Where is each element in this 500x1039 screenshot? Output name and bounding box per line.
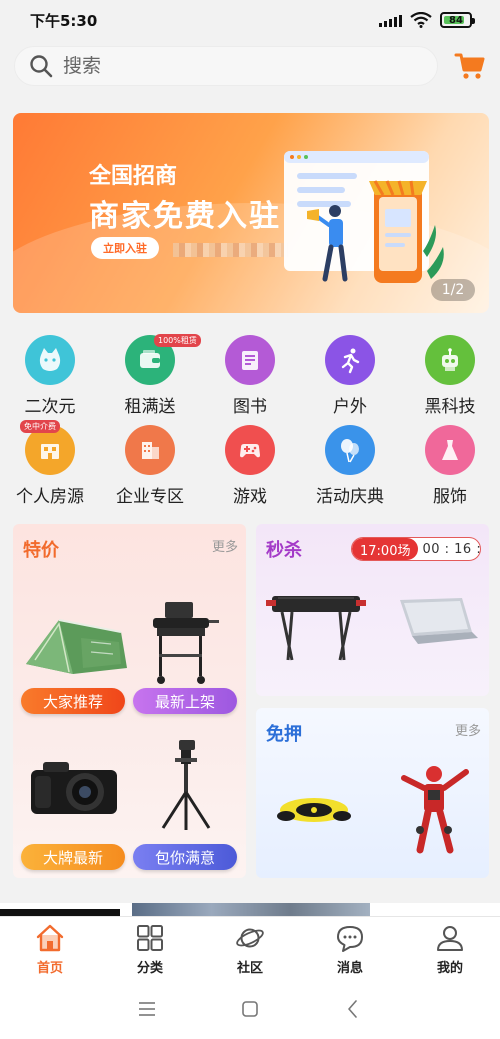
status-time: 下午5:30 [30,11,98,30]
category-item-books[interactable]: 图书 [200,330,300,420]
banner-cta-button[interactable]: 立即入驻 [91,237,159,259]
flash-sale-session: 17:00场 [352,538,419,560]
nav-label: 分类 [136,961,163,976]
home-icon [36,924,64,952]
search-icon [30,55,53,78]
category-label: 图书 [233,397,267,417]
banner-page-indicator: 1/2 [431,279,475,301]
nav-profile[interactable]: 我的 [400,917,500,978]
merchant-illustration [284,151,444,283]
category-item-tech[interactable]: 黑科技 [400,330,500,420]
deposit-free-title: 免押 [266,724,302,745]
countdown-timer: 00 : 16 : 15 [422,541,481,557]
feed-preview-image [132,903,370,916]
category-label: 个人房源 [16,487,84,507]
nav-label: 消息 [336,961,363,976]
category-label: 企业专区 [116,487,184,507]
category-item-apparel[interactable]: 服饰 [400,420,500,510]
flash-sale-title: 秒杀 [266,540,302,561]
deposit-free-card[interactable]: 免押 更多 [256,708,489,878]
category-label: 黑科技 [424,397,476,417]
new-arrivals-button[interactable]: 最新上架 [133,688,237,714]
category-label: 活动庆典 [316,487,384,507]
flash-sale-countdown: 17:00场 00 : 16 : 15 [351,537,481,561]
planet-icon [236,928,264,948]
nav-categories[interactable]: 分类 [100,917,200,978]
user-icon [437,926,463,951]
flash-sale-card[interactable]: 秒杀 17:00场 00 : 16 : 15 [256,524,489,696]
battery-icon: 84 [440,12,475,28]
battery-level: 84 [449,14,463,26]
banner-headline: 全国招商 [89,164,178,189]
status-bar: 下午5:30 84 [0,0,500,40]
category-label: 服饰 [433,487,467,507]
nav-label: 社区 [236,961,263,976]
category-label: 户外 [333,397,367,417]
tripod-product-image[interactable] [157,738,215,832]
category-grid: 二次元 100%租赁 租满送 图书 户外 黑科技 免中介费 个人房源 企业专区 … [0,330,500,510]
robot-toy-product-image[interactable] [394,760,474,856]
banner-title: 商家免费入驻 [89,199,281,234]
special-offer-title: 特价 [23,540,59,561]
category-badge: 免中介费 [20,420,60,433]
gamepad-icon [225,425,275,475]
nav-messages[interactable]: 消息 [300,917,400,978]
laptop-product-image[interactable] [390,596,480,646]
category-item-games[interactable]: 游戏 [200,420,300,510]
dress-icon [425,425,475,475]
special-offer-card[interactable]: 特价 更多 大家推荐 最新上架 大牌最新 包你满意 [13,524,246,878]
back-icon[interactable] [342,998,364,1020]
feed-preview-left [0,909,120,916]
home-square-icon[interactable] [239,998,261,1020]
bottom-navigation: 首页 分类 社区 消息 我的 [0,916,500,978]
category-item-celebration[interactable]: 活动庆典 [300,420,400,510]
category-item-rent-gift[interactable]: 100%租赁 租满送 [100,330,201,420]
search-input[interactable] [63,55,403,77]
category-item-personal-housing[interactable]: 免中介费 个人房源 [0,420,100,510]
nav-label: 首页 [36,961,63,976]
satisfaction-button[interactable]: 包你满意 [133,844,237,870]
category-item-enterprise[interactable]: 企业专区 [100,420,200,510]
grill-product-image[interactable] [143,596,225,688]
wifi-icon [410,12,432,28]
robot-icon [425,335,475,385]
cat-icon [25,335,75,385]
special-offer-more-link[interactable]: 更多 [212,536,238,555]
system-navigation [0,978,500,1039]
drone-product-image[interactable] [274,786,352,832]
status-icons: 84 [379,12,475,28]
menu-icon[interactable] [136,998,158,1020]
category-label: 游戏 [233,487,267,507]
running-icon [325,335,375,385]
category-item-outdoor[interactable]: 户外 [300,330,400,420]
balloon-icon [325,425,375,475]
grid-icon [137,925,163,951]
banner-blurred-text [173,243,288,257]
category-badge: 100%租赁 [154,334,201,347]
signal-icon [379,13,402,27]
nav-label: 我的 [436,961,463,976]
chat-icon [337,926,363,952]
cart-icon[interactable] [454,50,486,82]
promo-banner[interactable]: 全国招商 商家免费入驻 立即入驻 1/2 [13,113,489,313]
search-bar[interactable] [14,46,438,86]
building-icon [125,425,175,475]
nav-home[interactable]: 首页 [0,917,100,978]
tent-product-image[interactable] [21,602,131,682]
category-label: 租满送 [124,397,176,417]
deposit-free-more-link[interactable]: 更多 [455,720,481,739]
nav-community[interactable]: 社区 [200,917,300,978]
recommended-button[interactable]: 大家推荐 [21,688,125,714]
top-brands-button[interactable]: 大牌最新 [21,844,125,870]
feed-preview [0,903,500,916]
book-icon [225,335,275,385]
category-item-anime[interactable]: 二次元 [0,330,100,420]
camera-product-image[interactable] [27,756,121,818]
bbq-grill-product-image[interactable] [266,590,366,664]
category-label: 二次元 [24,397,76,417]
